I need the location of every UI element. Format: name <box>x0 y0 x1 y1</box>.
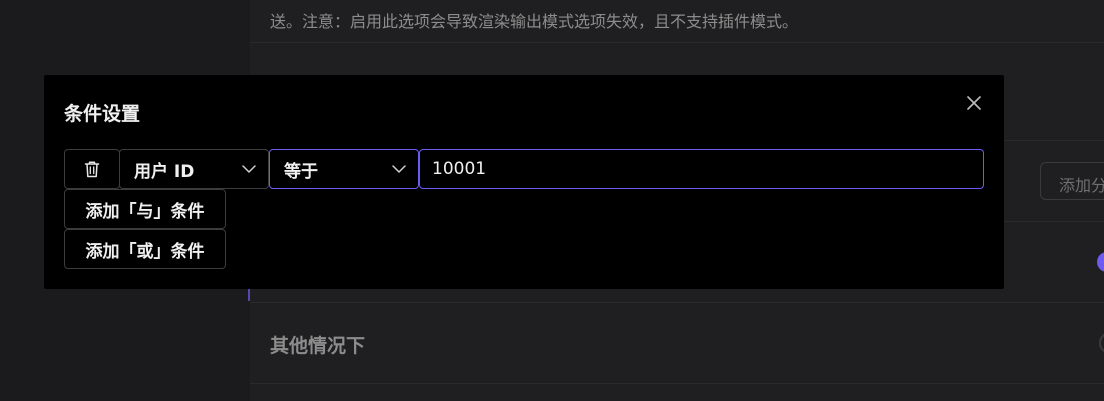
field-select[interactable]: 用户 ID <box>119 149 269 189</box>
close-icon <box>967 96 981 110</box>
close-button[interactable] <box>962 91 986 115</box>
background-note: 送。注意：启用此选项会导致渲染输出模式选项失效，且不支持插件模式。 <box>270 12 799 31</box>
background-divider <box>250 302 1104 303</box>
delete-condition-button[interactable] <box>64 149 120 189</box>
background-divider <box>250 42 1104 43</box>
page: 送。注意：启用此选项会导致渲染输出模式选项失效，且不支持插件模式。 添加分 其他… <box>0 0 1104 401</box>
condition-settings-modal: 条件设置 用户 ID 等于 10001 添加「与」条件 添加「或」条件 <box>44 75 1004 289</box>
background-add-button[interactable]: 添加分 <box>1040 162 1104 200</box>
value-input[interactable] <box>419 149 984 189</box>
field-select-value: 用户 ID <box>134 161 195 182</box>
add-and-condition-button[interactable]: 添加「与」条件 <box>64 189 226 229</box>
other-cases-label: 其他情况下 <box>270 335 366 357</box>
operator-select-value: 等于 <box>284 161 318 182</box>
add-or-condition-button[interactable]: 添加「或」条件 <box>64 229 226 269</box>
chevron-down-icon <box>242 165 256 173</box>
chevron-down-icon <box>392 165 406 173</box>
trash-icon <box>84 161 100 178</box>
modal-title: 条件设置 <box>64 103 141 125</box>
background-divider <box>250 383 1104 384</box>
operator-select[interactable]: 等于 <box>269 149 419 189</box>
